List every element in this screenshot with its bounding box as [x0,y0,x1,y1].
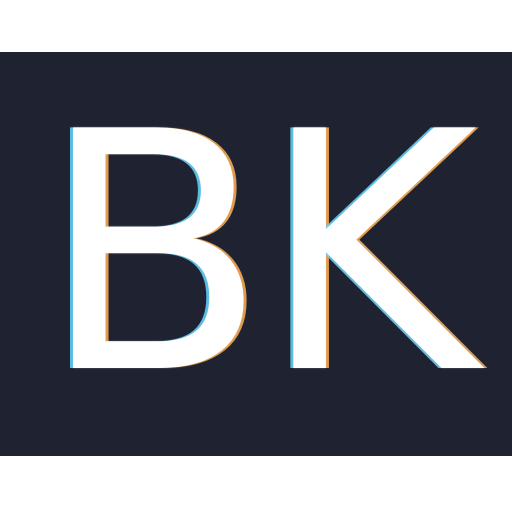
avatar-image: BK [0,0,512,512]
avatar-initials: BK [40,62,478,446]
